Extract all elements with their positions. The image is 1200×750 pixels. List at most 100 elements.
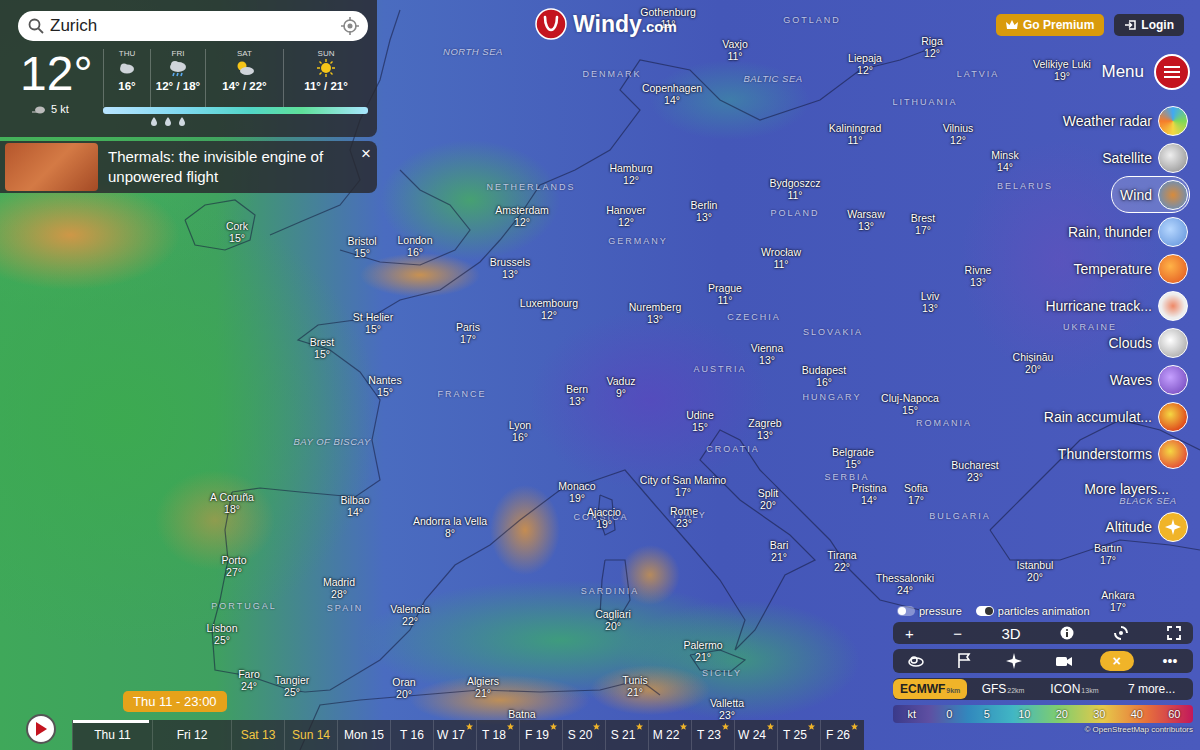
forecast-day[interactable]: SAT14° / 22°: [205, 49, 283, 107]
city-label[interactable]: Chișinău20°: [1013, 351, 1054, 375]
city-label[interactable]: Batna: [508, 708, 535, 720]
city-label[interactable]: Udine15°: [686, 409, 713, 433]
city-label[interactable]: Brussels13°: [490, 256, 530, 280]
city-label[interactable]: Bern13°: [566, 383, 588, 407]
city-label[interactable]: Cluj-Napoca15°: [881, 392, 939, 416]
city-label[interactable]: Liepaja12°: [848, 52, 882, 76]
city-label[interactable]: Pristina14°: [851, 482, 886, 506]
play-button[interactable]: [26, 714, 56, 744]
forecast-day[interactable]: SUN11° / 21°: [283, 49, 368, 107]
layer-item[interactable]: Hurricane track...: [1036, 287, 1190, 324]
layer-item[interactable]: Temperature: [1064, 250, 1190, 287]
toggle[interactable]: particles animation: [976, 605, 1090, 617]
info-icon[interactable]: [1060, 626, 1074, 640]
timeline-day[interactable]: S 20: [562, 720, 605, 750]
city-label[interactable]: Sofia17°: [904, 482, 928, 506]
login-button[interactable]: Login: [1114, 14, 1184, 36]
city-label[interactable]: Hanover12°: [606, 204, 646, 228]
search-input[interactable]: [50, 16, 334, 36]
city-label[interactable]: Belgrade15°: [832, 446, 874, 470]
control-button[interactable]: +: [905, 625, 914, 642]
city-label[interactable]: Cork15°: [226, 220, 248, 244]
city-label[interactable]: Nuremberg13°: [629, 301, 682, 325]
tool-button[interactable]: [903, 651, 929, 671]
forecast-day[interactable]: THU16°: [103, 49, 150, 107]
city-label[interactable]: Valencia22°: [390, 603, 430, 627]
tool-button[interactable]: [1051, 651, 1077, 671]
city-label[interactable]: Bilbao14°: [340, 494, 369, 518]
city-label[interactable]: Cagliari20°: [595, 608, 631, 632]
city-label[interactable]: Rome23°: [670, 505, 698, 529]
toggle-switch[interactable]: [897, 606, 915, 616]
layer-item[interactable]: Rain, thunder: [1059, 213, 1190, 250]
city-label[interactable]: Monaco19°: [558, 480, 595, 504]
windy-logo[interactable]: Windy.com: [535, 8, 677, 40]
city-label[interactable]: Bari21°: [770, 539, 789, 563]
city-label[interactable]: Palermo21°: [683, 639, 722, 663]
locate-icon[interactable]: [340, 16, 360, 36]
timeline-day[interactable]: F 26: [820, 720, 863, 750]
layer-item[interactable]: Wind: [1111, 176, 1190, 213]
layer-item[interactable]: More layers...: [1075, 472, 1190, 505]
city-label[interactable]: Brest17°: [911, 212, 936, 236]
city-label[interactable]: Tangier25°: [275, 674, 309, 698]
city-label[interactable]: Budapest16°: [802, 364, 846, 388]
city-label[interactable]: Ankara17°: [1101, 589, 1134, 613]
city-label[interactable]: Thessaloniki24°: [876, 572, 934, 596]
city-label[interactable]: Wrocław11°: [761, 246, 801, 270]
city-label[interactable]: Vaxjo11°: [722, 38, 748, 62]
timeline-day[interactable]: Sat 13: [231, 720, 284, 750]
city-label[interactable]: Faro24°: [238, 668, 260, 692]
city-label[interactable]: St Helier15°: [353, 311, 393, 335]
city-label[interactable]: Rivne13°: [965, 264, 992, 288]
city-label[interactable]: Tirana22°: [827, 549, 856, 573]
timeline-day[interactable]: T 23: [691, 720, 734, 750]
timeline-day[interactable]: M 22: [648, 720, 691, 750]
city-label[interactable]: Hamburg12°: [609, 162, 652, 186]
timeline-day[interactable]: W 24: [734, 720, 777, 750]
timeline-day[interactable]: W 17: [433, 720, 476, 750]
city-label[interactable]: Vienna13°: [751, 342, 784, 366]
article-title[interactable]: Thermals: the invisible engine of unpowe…: [108, 147, 351, 187]
city-label[interactable]: City of San Marino17°: [640, 474, 726, 498]
city-label[interactable]: Oran20°: [392, 676, 415, 700]
fullscreen-icon[interactable]: [1167, 626, 1181, 640]
timeline-day[interactable]: Fri 12: [152, 720, 231, 750]
city-label[interactable]: Lisbon25°: [207, 622, 238, 646]
city-label[interactable]: Ajaccio19°: [587, 506, 621, 530]
city-label[interactable]: Istanbul20°: [1017, 559, 1054, 583]
timeline-day[interactable]: T 25: [777, 720, 820, 750]
timeline-day[interactable]: T 18: [476, 720, 519, 750]
timeline-day[interactable]: Sun 14: [284, 720, 337, 750]
model-button[interactable]: ICON13km: [1039, 679, 1110, 699]
tool-button[interactable]: •••: [1157, 651, 1183, 671]
city-label[interactable]: Zagreb13°: [748, 417, 781, 441]
city-label[interactable]: Amsterdam12°: [495, 204, 549, 228]
tool-button[interactable]: [1001, 651, 1027, 671]
city-label[interactable]: Tunis21°: [622, 674, 647, 698]
forecast[interactable]: THU16°FRI12° / 18°SAT14° / 22°SUN11° / 2…: [103, 49, 368, 137]
model-button[interactable]: ECMWF9km: [893, 679, 967, 699]
city-label[interactable]: Luxembourg12°: [520, 297, 578, 321]
toggle[interactable]: pressure: [897, 605, 962, 617]
more-models-button[interactable]: 7 more...: [1110, 679, 1193, 699]
city-label[interactable]: Madrid28°: [323, 576, 355, 600]
toggle-switch[interactable]: [976, 606, 994, 616]
model-button[interactable]: GFS22km: [967, 679, 1038, 699]
article-card[interactable]: Thermals: the invisible engine of unpowe…: [0, 141, 377, 193]
city-label[interactable]: Minsk14°: [991, 149, 1018, 173]
city-label[interactable]: Bucharest23°: [951, 459, 998, 483]
city-label[interactable]: Prague11°: [708, 282, 742, 306]
city-label[interactable]: Lviv13°: [921, 290, 940, 314]
timeline-day[interactable]: Mon 15: [337, 720, 390, 750]
city-label[interactable]: Brest15°: [310, 336, 335, 360]
layer-item[interactable]: Weather radar: [1054, 102, 1190, 139]
city-label[interactable]: Bydgoszcz11°: [770, 177, 821, 201]
city-label[interactable]: A Coruña18°: [210, 491, 254, 515]
timeline[interactable]: Thu 11Fri 12Sat 13Sun 14Mon 15T 16W 17T …: [72, 720, 864, 750]
city-label[interactable]: Valletta23°: [710, 697, 744, 721]
layer-item[interactable]: Satellite: [1093, 139, 1190, 176]
city-label[interactable]: Warsaw13°: [847, 208, 885, 232]
control-button[interactable]: 3D: [1001, 625, 1020, 642]
city-label[interactable]: Copenhagen14°: [642, 82, 702, 106]
